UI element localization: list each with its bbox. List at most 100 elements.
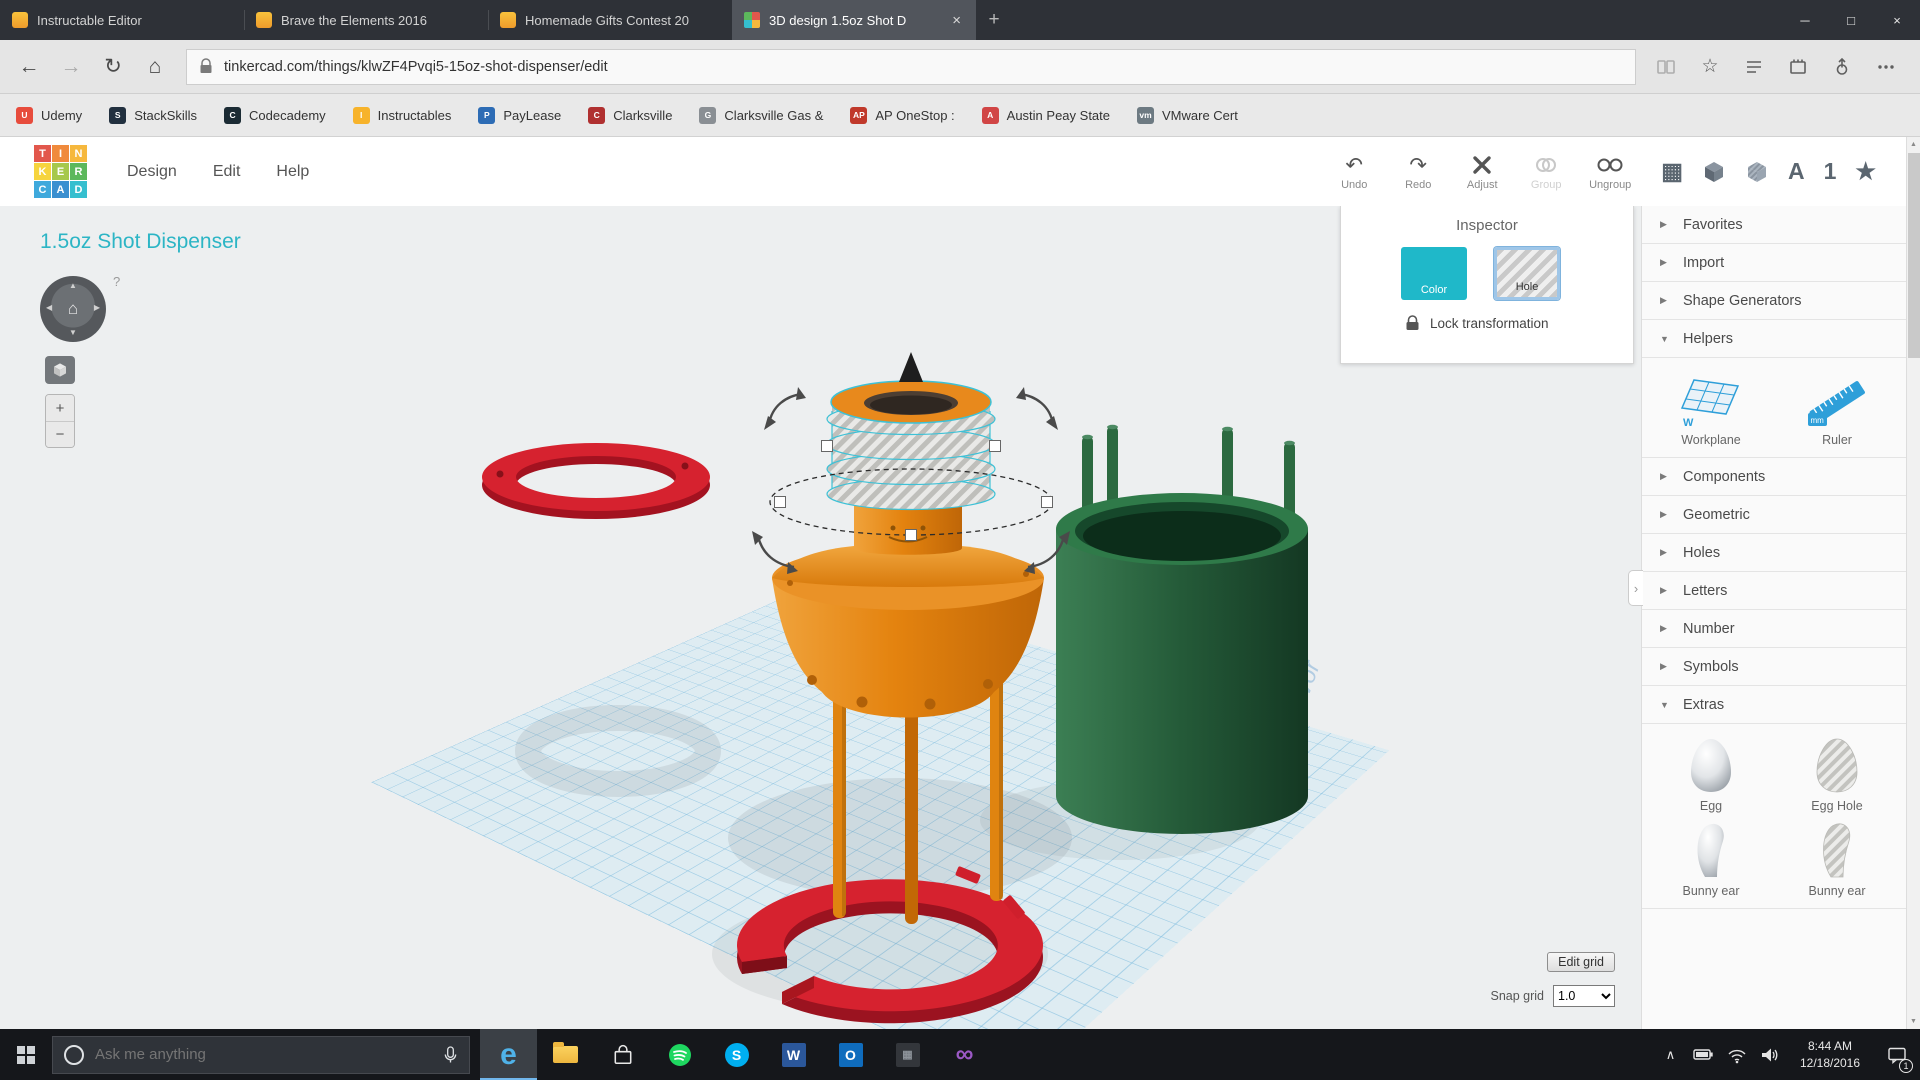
shape-tile-bunny-ear-hole[interactable]: Bunny ear xyxy=(1809,821,1866,898)
3d-viewport[interactable]: Wor xyxy=(0,206,1641,1029)
menu-edit[interactable]: Edit xyxy=(213,163,241,181)
favorite-codecademy[interactable]: CCodecademy xyxy=(224,107,326,124)
battery-icon[interactable] xyxy=(1687,1029,1720,1080)
scroll-down-icon[interactable]: ▼ xyxy=(1907,1014,1920,1029)
taskbar-word-icon[interactable]: W xyxy=(765,1029,822,1080)
grid-icon[interactable]: ▦ xyxy=(1661,158,1683,185)
scrollbar-thumb[interactable] xyxy=(1908,153,1920,358)
view-cube-button[interactable] xyxy=(45,356,75,384)
taskbar-visual-studio-icon[interactable]: ∞ xyxy=(936,1029,993,1080)
hole-swatch-selected[interactable]: Hole xyxy=(1494,247,1560,300)
raise-handle-cone[interactable] xyxy=(899,352,923,382)
tray-show-hidden-icons[interactable]: ∧ xyxy=(1654,1029,1687,1080)
favorite-clarksville[interactable]: CClarksville xyxy=(588,107,672,124)
microphone-icon[interactable] xyxy=(443,1045,458,1064)
taskbar-edge-icon[interactable]: e xyxy=(480,1029,537,1080)
new-tab-button[interactable]: + xyxy=(976,0,1012,40)
favorite-udemy[interactable]: UUdemy xyxy=(16,107,82,124)
star-icon[interactable]: ★ xyxy=(1855,158,1876,185)
cube-icon[interactable] xyxy=(1702,160,1726,184)
adjust-button[interactable]: Adjust xyxy=(1453,152,1511,191)
cortana-search-box[interactable] xyxy=(52,1036,470,1074)
undo-button[interactable]: ↶Undo xyxy=(1325,152,1383,191)
library-section-letters[interactable]: ▶Letters xyxy=(1642,572,1906,610)
home-view-icon[interactable]: ⌂ xyxy=(40,276,106,342)
object-green-cup[interactable] xyxy=(1056,425,1308,834)
zoom-in-button[interactable]: + xyxy=(46,395,74,421)
zoom-out-button[interactable]: − xyxy=(46,421,74,447)
shape-tile-egg-hole[interactable]: Egg Hole xyxy=(1811,736,1862,813)
window-minimize-button[interactable]: ─ xyxy=(1782,0,1828,40)
taskbar-search-input[interactable] xyxy=(95,1046,432,1063)
sidebar-collapse-handle[interactable]: › xyxy=(1628,570,1643,606)
library-section-number[interactable]: ▶Number xyxy=(1642,610,1906,648)
viewport-help-link[interactable]: ? xyxy=(113,274,120,289)
taskbar-store-icon[interactable] xyxy=(594,1029,651,1080)
favorite-paylease[interactable]: PPayLease xyxy=(478,107,561,124)
textured-cube-icon[interactable] xyxy=(1745,160,1769,184)
menu-design[interactable]: Design xyxy=(127,163,177,181)
tab-homemade-gifts[interactable]: Homemade Gifts Contest 20 xyxy=(488,0,732,40)
edit-grid-button[interactable]: Edit grid xyxy=(1547,952,1615,972)
favorite-instructables[interactable]: IInstructables xyxy=(353,107,452,124)
library-section-shape-generators[interactable]: ▶Shape Generators xyxy=(1642,282,1906,320)
back-button[interactable]: ← xyxy=(8,46,50,88)
library-section-symbols[interactable]: ▶Symbols xyxy=(1642,648,1906,686)
lock-transformation-toggle[interactable]: Lock transformation xyxy=(1405,315,1633,331)
tinkercad-logo[interactable]: TIN KER CAD xyxy=(34,145,87,198)
shape-tile-workplane[interactable]: W Workplane xyxy=(1680,370,1742,447)
design-title[interactable]: 1.5oz Shot Dispenser xyxy=(40,230,241,254)
shape-tile-egg[interactable]: Egg xyxy=(1686,736,1736,813)
forward-button[interactable]: → xyxy=(50,46,92,88)
library-section-geometric[interactable]: ▶Geometric xyxy=(1642,496,1906,534)
orbit-control-dial[interactable]: ▲ ▼ ◀ ▶ ⌂ xyxy=(40,276,106,342)
url-input[interactable] xyxy=(224,59,1623,75)
library-section-holes[interactable]: ▶Holes xyxy=(1642,534,1906,572)
tab-close-icon[interactable]: × xyxy=(949,12,964,29)
favorite-clarksville-gas[interactable]: GClarksville Gas & xyxy=(699,107,823,124)
selection-hole-cylinders[interactable] xyxy=(827,381,995,510)
object-red-ring[interactable] xyxy=(482,443,710,519)
favorite-stackskills[interactable]: SStackSkills xyxy=(109,107,197,124)
shape-tile-ruler[interactable]: mm Ruler xyxy=(1806,370,1868,447)
favorite-austin-peay[interactable]: AAustin Peay State xyxy=(982,107,1110,124)
address-bar[interactable] xyxy=(186,49,1636,85)
volume-icon[interactable] xyxy=(1753,1029,1786,1080)
web-note-icon[interactable] xyxy=(1778,47,1818,87)
tab-instructable-editor[interactable]: Instructable Editor xyxy=(0,0,244,40)
taskbar-skype-icon[interactable]: S xyxy=(708,1029,765,1080)
library-section-helpers[interactable]: ▼Helpers xyxy=(1642,320,1906,358)
reading-view-icon[interactable] xyxy=(1646,47,1686,87)
network-wifi-icon[interactable] xyxy=(1720,1029,1753,1080)
number-1-icon[interactable]: 1 xyxy=(1824,158,1837,185)
library-section-extras[interactable]: ▼Extras xyxy=(1642,686,1906,724)
taskbar-outlook-icon[interactable]: O xyxy=(822,1029,879,1080)
scroll-up-icon[interactable]: ▲ xyxy=(1907,137,1920,152)
start-button[interactable] xyxy=(0,1029,52,1080)
snap-grid-select[interactable]: 1.0 xyxy=(1553,985,1615,1007)
taskbar-app-icon[interactable]: ▦ xyxy=(879,1029,936,1080)
home-button[interactable]: ⌂ xyxy=(134,46,176,88)
tab-brave-the-elements[interactable]: Brave the Elements 2016 xyxy=(244,0,488,40)
taskbar-file-explorer-icon[interactable] xyxy=(537,1029,594,1080)
library-section-components[interactable]: ▶Components xyxy=(1642,458,1906,496)
letter-a-icon[interactable]: A xyxy=(1788,158,1805,185)
share-icon[interactable] xyxy=(1822,47,1862,87)
more-actions-icon[interactable] xyxy=(1866,47,1906,87)
window-maximize-button[interactable]: □ xyxy=(1828,0,1874,40)
favorite-vmware[interactable]: vmVMware Cert xyxy=(1137,107,1238,124)
clock[interactable]: 8:44 AM 12/18/2016 xyxy=(1786,1038,1874,1070)
tab-3d-design-active[interactable]: 3D design 1.5oz Shot D × xyxy=(732,0,976,40)
color-swatch[interactable]: Color xyxy=(1401,247,1467,300)
library-section-import[interactable]: ▶Import xyxy=(1642,244,1906,282)
taskbar-spotify-icon[interactable] xyxy=(651,1029,708,1080)
library-section-favorites[interactable]: ▶Favorites xyxy=(1642,206,1906,244)
favorite-ap-onestop[interactable]: APAP OneStop : xyxy=(850,107,954,124)
window-close-button[interactable]: × xyxy=(1874,0,1920,40)
shape-tile-bunny-ear[interactable]: Bunny ear xyxy=(1683,821,1740,898)
page-scrollbar[interactable]: ▲ ▼ xyxy=(1906,137,1920,1029)
add-favorite-star-icon[interactable]: ☆ xyxy=(1690,47,1730,87)
hub-icon[interactable] xyxy=(1734,47,1774,87)
refresh-button[interactable]: ↻ xyxy=(92,46,134,88)
group-button[interactable]: Group xyxy=(1517,152,1575,191)
